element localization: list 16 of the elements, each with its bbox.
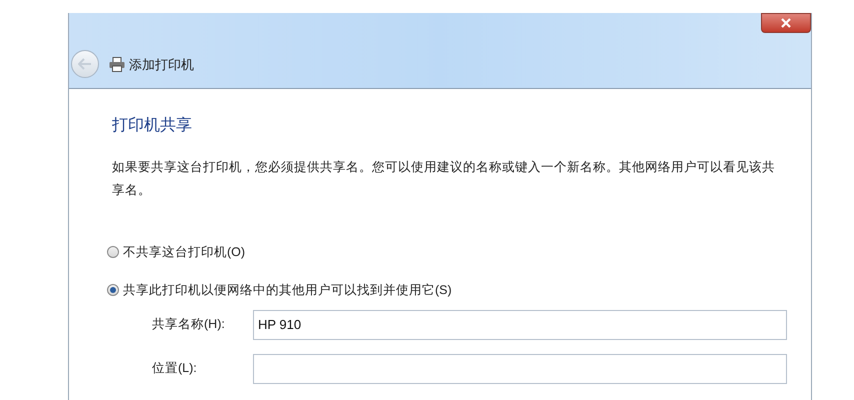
radio-option[interactable]: 不共享这台打印机(O) [107,243,787,262]
field-label: 位置(L): [152,360,198,378]
page-heading: 打印机共享 [112,116,193,136]
radio-button[interactable] [107,246,119,258]
description-text: 如果要共享这台打印机，您必须提供共享名。您可以使用建议的名称或键入一个新名称。其他网络用户可以看见该共享名。 [112,159,776,199]
text-field[interactable] [253,354,787,384]
close-button[interactable] [761,13,811,33]
back-button[interactable] [71,50,99,78]
back-arrow-icon [78,58,92,70]
close-icon [781,18,791,28]
text-field[interactable]: HP 910 [253,310,787,340]
field-label: 共享名称(H): [152,316,226,334]
radio-button[interactable] [107,284,119,296]
window-title: 添加打印机 [129,56,194,74]
printer-icon [109,56,125,72]
radio-option[interactable]: 共享此打印机以便网络中的其他用户可以找到并使用它(S) [107,280,787,300]
